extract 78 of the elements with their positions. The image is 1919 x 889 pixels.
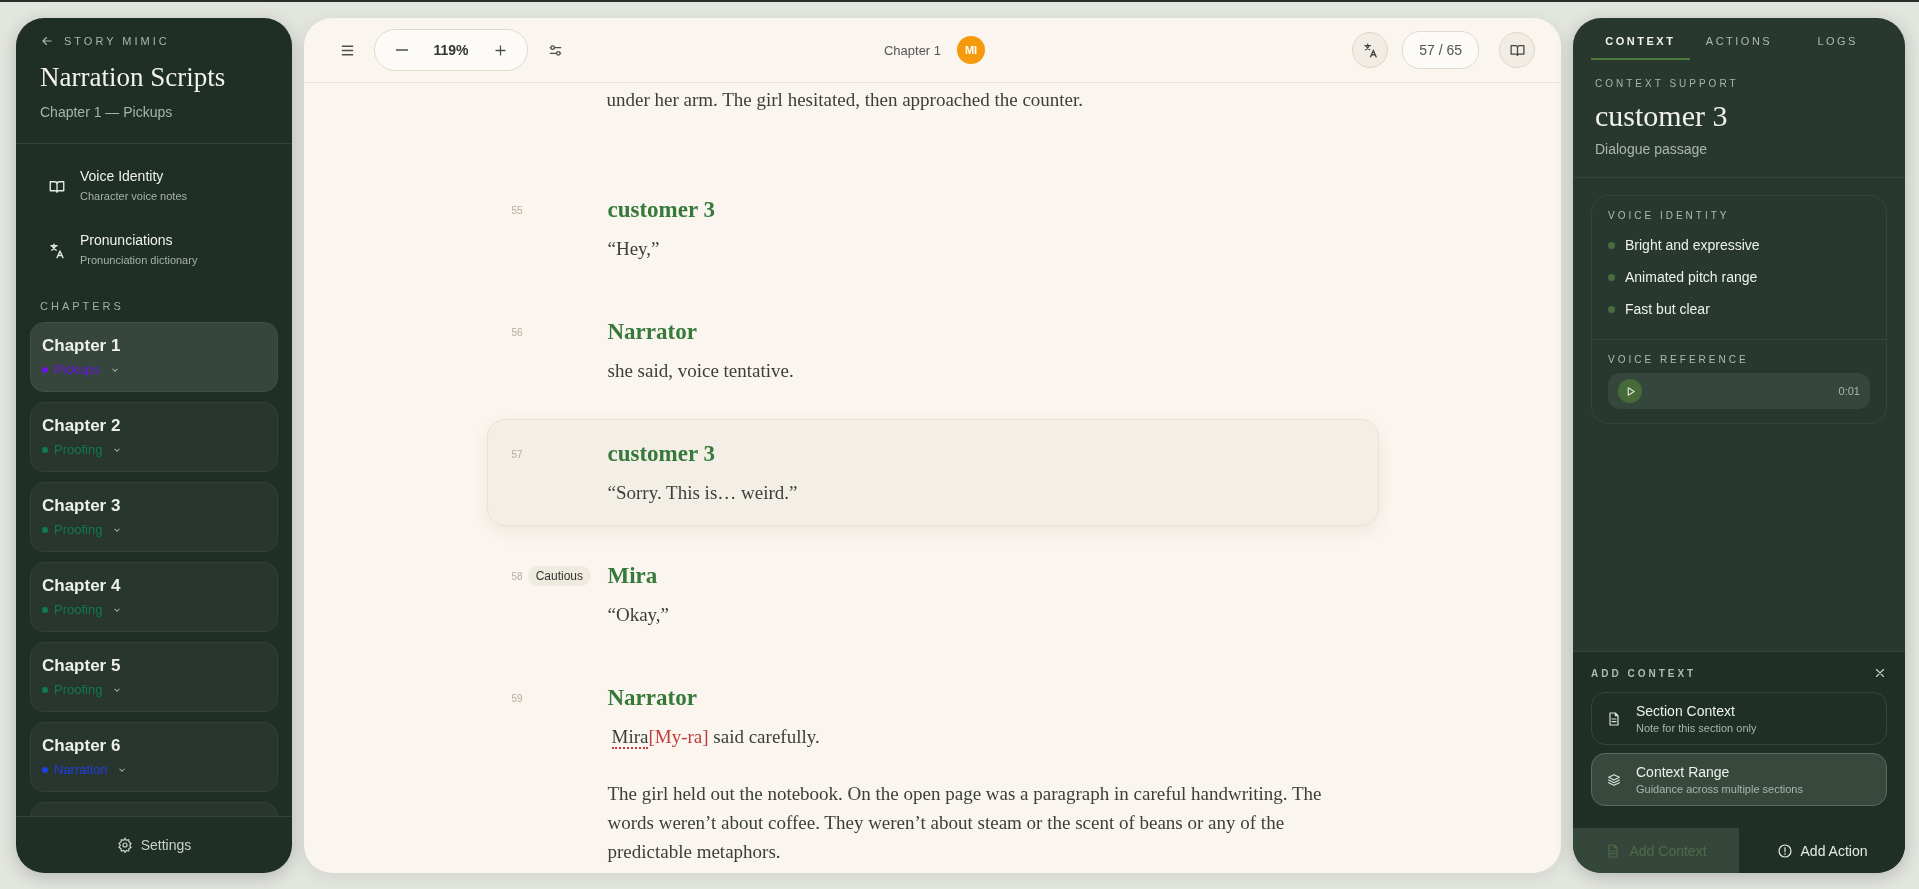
settings-button[interactable]: Settings <box>110 836 198 854</box>
chapter-title: Chapter 1 <box>42 336 122 356</box>
close-button[interactable] <box>1873 666 1887 680</box>
tool-description: Pronunciation dictionary <box>80 254 198 266</box>
speaker-name: Narrator <box>607 684 698 712</box>
line-number: 59 <box>511 692 523 704</box>
chapter-label: Chapter 1 <box>883 42 942 58</box>
alert-icon <box>1776 842 1793 859</box>
script-paragraph: “Sorry. This is… weird.” <box>607 481 799 505</box>
bullet-dot <box>1608 241 1615 249</box>
page-counter: 57 / 65 <box>1402 31 1479 69</box>
voice-trait: Animated pitch range <box>1625 269 1758 285</box>
script-paragraph: “Okay,” <box>607 603 671 627</box>
speaker-name: customer 3 <box>607 196 717 224</box>
gear-icon <box>116 837 133 853</box>
script-paragraph: under her arm. The girl hesitated, then approached the counter. <box>605 88 1085 112</box>
sidebar-subtitle: Chapter 1 — Pickups <box>40 104 173 120</box>
chapter-title: Chapter 6 <box>42 736 122 756</box>
tool-label[interactable]: Voice Identity <box>80 168 187 184</box>
panel-tab[interactable]: LOGS <box>1788 18 1887 60</box>
add-context-heading: ADD CONTEXT <box>1591 667 1697 679</box>
chapter-card[interactable]: Chapter 5 Proofing <box>30 642 278 712</box>
chapter-card[interactable]: Chapter 2 Proofing <box>30 402 278 472</box>
script-paragraph: she said, voice tentative. <box>607 359 795 383</box>
speaker-name: Mira <box>607 562 659 590</box>
panel-title: customer 3 <box>1595 99 1729 133</box>
minus-icon <box>396 49 408 51</box>
line-number: 58 <box>511 570 523 582</box>
document-icon <box>1606 710 1622 727</box>
translate-button[interactable] <box>1352 32 1389 68</box>
bullet-dot <box>1608 305 1615 313</box>
book-button[interactable] <box>1499 32 1535 68</box>
footer-button[interactable]: Add Action <box>1739 828 1905 873</box>
script-section[interactable]: 57 customer 3 “Sorry. This is… weird.” <box>486 419 1379 526</box>
voice-trait: Fast but clear <box>1625 301 1710 317</box>
chapter-card[interactable]: Chapter 1 Pickups <box>30 322 278 392</box>
voice-trait: Bright and expressive <box>1625 237 1760 253</box>
card-heading: VOICE IDENTITY <box>1608 210 1731 221</box>
audio-time: 0:01 <box>1838 385 1860 397</box>
chapter-card[interactable]: Chapter 3 Proofing <box>30 482 278 552</box>
line-number: 56 <box>511 326 523 338</box>
book-icon <box>48 178 66 196</box>
panel-tab[interactable]: ACTIONS <box>1689 18 1789 60</box>
card-heading: VOICE REFERENCE <box>1608 354 1750 365</box>
context-option[interactable]: Context Range Guidance across multiple sections <box>1591 753 1887 806</box>
chapter-card[interactable]: Chapter 4 Proofing <box>30 562 278 632</box>
bullet-dot <box>1608 273 1615 281</box>
chapter-title: Chapter 2 <box>42 416 122 436</box>
translate-icon <box>48 242 66 260</box>
script-paragraph: Mira[My-ra] said carefully. <box>610 725 821 751</box>
emotion-tag: Cautious <box>527 566 591 586</box>
layers-icon <box>1606 771 1622 788</box>
panel-tab[interactable]: CONTEXT <box>1591 18 1690 60</box>
zoom-level: 119% <box>432 42 470 58</box>
speaker-name: Narrator <box>607 318 698 346</box>
script-section[interactable]: 56 Narrator she said, voice tentative. <box>486 297 1379 404</box>
section-heading: CHAPTERS <box>39 299 125 314</box>
speaker-name: customer 3 <box>607 440 717 468</box>
line-number: 55 <box>511 204 523 216</box>
play-button[interactable] <box>1618 379 1642 403</box>
script-paragraph: The girl held out the notebook. On the open page was a paragraph in careful handwriting. The words weren’t about coffee. They weren’t about steam or the scent of beans or any of the predictable metaphors. <box>607 782 1323 864</box>
script-section[interactable]: 58 Cautious Mira “Okay,” <box>486 541 1379 648</box>
chapter-title: Chapter 5 <box>42 656 122 676</box>
tool-label[interactable]: Pronunciations <box>80 232 198 248</box>
script-paragraph: “Hey,” <box>607 237 661 261</box>
tool-description: Character voice notes <box>80 190 187 202</box>
chapter-title: Chapter 3 <box>42 496 122 516</box>
app-name: STORY MIMIC <box>64 35 170 47</box>
back-arrow-icon[interactable] <box>40 34 54 48</box>
chapter-title: Chapter 4 <box>42 576 122 596</box>
context-option[interactable]: Section Context Note for this section only <box>1591 692 1887 745</box>
script-section[interactable]: 55 customer 3 “Hey,” <box>486 175 1379 282</box>
panel-subtitle: Dialogue passage <box>1595 141 1709 157</box>
translate-icon <box>1361 41 1379 59</box>
sidebar-title: Narration Scripts <box>40 62 227 93</box>
chapter-card[interactable]: Chapter 6 Narration <box>30 722 278 792</box>
line-number: 57 <box>511 448 523 460</box>
panel-eyebrow: CONTEXT SUPPORT <box>1595 78 1740 89</box>
